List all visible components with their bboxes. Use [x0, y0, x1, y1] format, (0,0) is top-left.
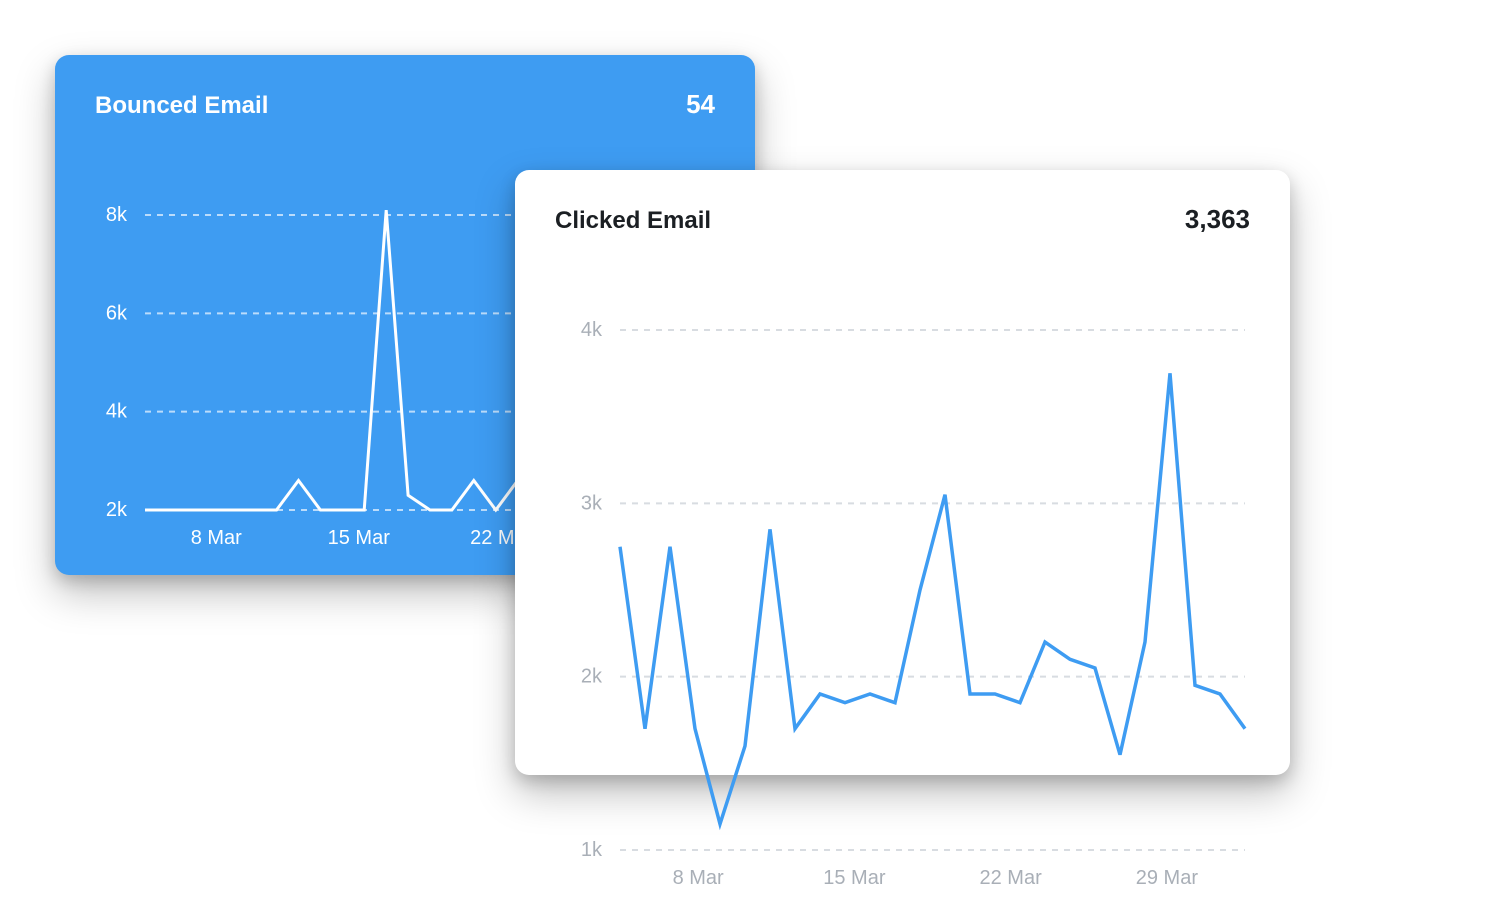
x-tick-label: 8 Mar [191, 527, 242, 549]
x-tick-label: 22 Mar [980, 867, 1043, 889]
x-tick-label: 15 Mar [823, 867, 886, 889]
clicked-email-card: Clicked Email 3,363 1k2k3k4k8 Mar15 Mar2… [515, 170, 1290, 775]
clicked-value: 3,363 [1185, 204, 1250, 235]
bounced-value: 54 [686, 89, 715, 120]
y-tick-label: 4k [581, 320, 603, 341]
y-tick-label: 1k [581, 839, 603, 861]
y-tick-label: 8k [106, 205, 128, 226]
y-tick-label: 6k [106, 302, 128, 324]
y-tick-label: 2k [106, 499, 128, 521]
x-tick-label: 29 Mar [1136, 867, 1199, 889]
clicked-title: Clicked Email [555, 207, 711, 235]
x-tick-label: 15 Mar [328, 527, 391, 549]
bounced-title: Bounced Email [95, 92, 268, 120]
clicked-chart: 1k 2k 3k 4k 8 Mar 15 Mar 22 Mar 29 Mar [560, 320, 1255, 900]
chart-line [620, 373, 1245, 824]
y-tick-label: 4k [106, 401, 128, 423]
x-tick-label: 8 Mar [673, 867, 724, 889]
y-tick-label: 3k [581, 492, 603, 514]
y-tick-label: 2k [581, 666, 603, 688]
